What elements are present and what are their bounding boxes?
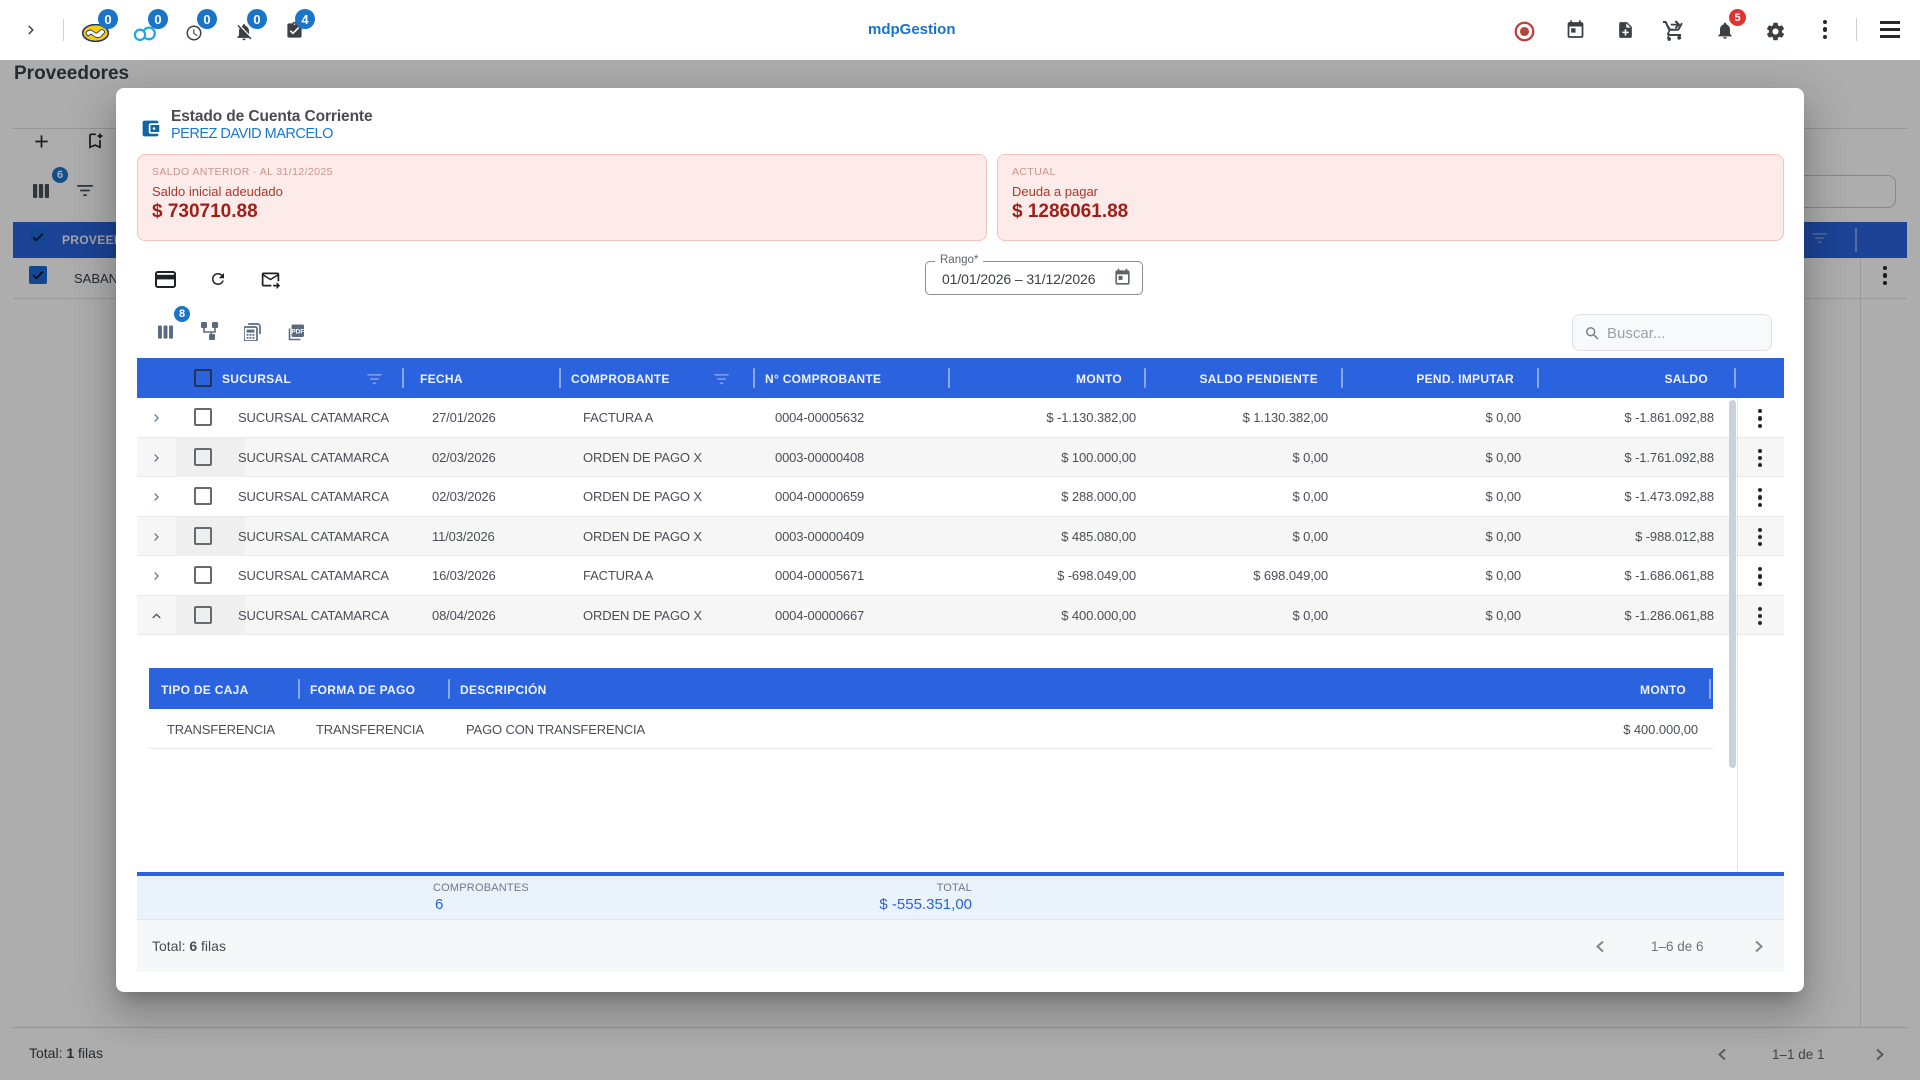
svg-text:PDF: PDF [291, 328, 304, 335]
